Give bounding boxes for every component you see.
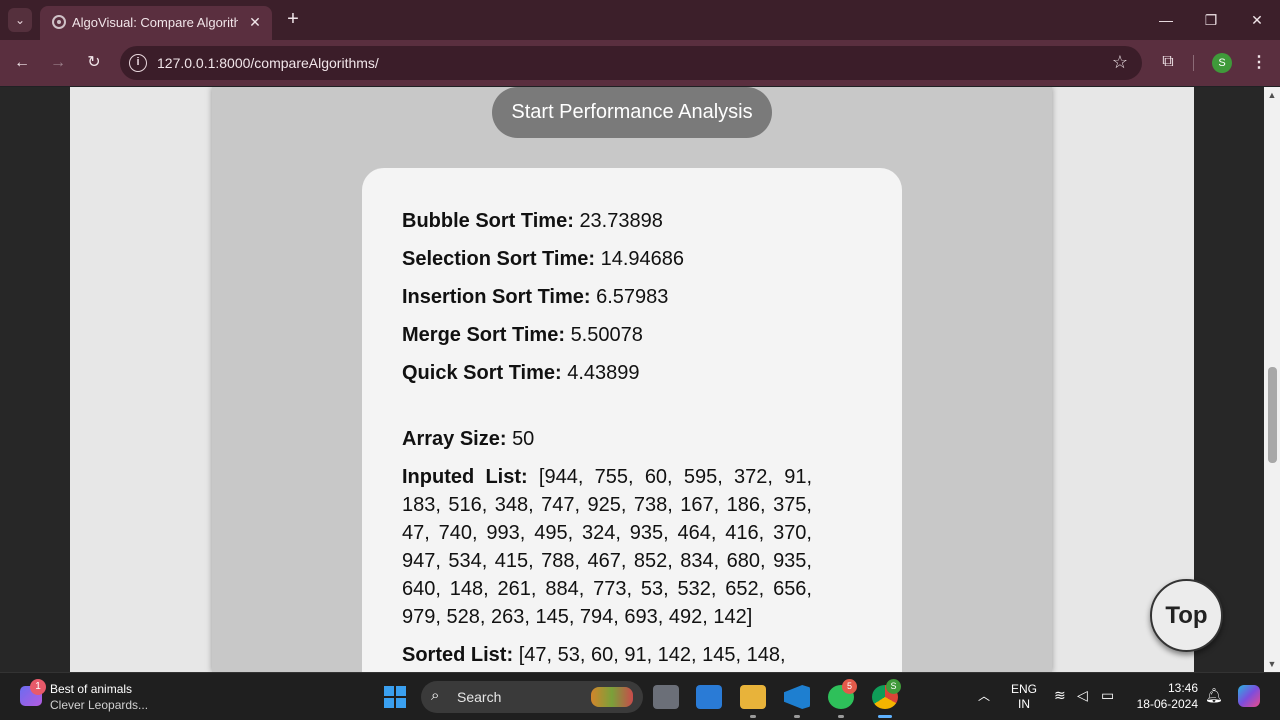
back-button[interactable]: ← xyxy=(10,51,34,75)
tab-search-menu-button[interactable]: ⌄ xyxy=(8,8,32,32)
chrome-profile-badge: S xyxy=(886,679,901,694)
result-label: Insertion Sort Time: xyxy=(402,286,591,308)
compare-panel: Start Performance Analysis Bubble Sort T… xyxy=(212,87,1052,672)
windows-start-icon[interactable] xyxy=(384,686,406,708)
result-label: Merge Sort Time: xyxy=(402,324,565,346)
result-value: 4.43899 xyxy=(567,362,640,384)
copilot-icon[interactable] xyxy=(1238,685,1260,707)
quick-sort-result: Quick Sort Time: 4.43899 xyxy=(402,362,640,385)
result-value: 5.50078 xyxy=(570,324,643,346)
scrollbar-thumb[interactable] xyxy=(1268,367,1277,463)
widget-title[interactable]: Best of animals xyxy=(50,682,132,696)
page-background: Start Performance Analysis Bubble Sort T… xyxy=(70,87,1194,672)
start-performance-analysis-button[interactable]: Start Performance Analysis xyxy=(492,87,772,138)
mail-icon[interactable] xyxy=(696,685,722,709)
task-view-icon[interactable] xyxy=(653,685,679,709)
array-size-value: 50 xyxy=(512,428,535,450)
widget-subtitle[interactable]: Clever Leopards... xyxy=(50,698,148,712)
browser-tabstrip: ⌄ AlgoVisual: Compare Algorithms ✕ + — ❐… xyxy=(0,0,1280,40)
widgets-badge: 1 xyxy=(30,679,46,695)
battery-icon[interactable]: ▭ xyxy=(1101,687,1114,704)
selection-sort-result: Selection Sort Time: 14.94686 xyxy=(402,248,684,271)
inputed-list: Inputed List: [944, 755, 60, 595, 372, 9… xyxy=(402,463,812,631)
tab-active[interactable]: AlgoVisual: Compare Algorithms ✕ xyxy=(40,6,272,40)
array-size-label: Array Size: xyxy=(402,428,507,450)
new-tab-button[interactable]: + xyxy=(282,9,304,31)
file-explorer-icon[interactable] xyxy=(740,685,766,709)
input-language[interactable]: ENG IN xyxy=(1010,682,1038,712)
taskbar-search-placeholder: Search xyxy=(457,689,502,705)
tab-title: AlgoVisual: Compare Algorithms xyxy=(72,15,238,30)
scroll-to-top-button[interactable]: Top xyxy=(1150,579,1223,652)
address-bar[interactable]: i 127.0.0.1:8000/compareAlgorithms/ ☆ xyxy=(120,46,1142,80)
file-explorer-running-indicator xyxy=(750,715,756,718)
forward-button[interactable]: → xyxy=(46,51,70,75)
sorted-list-label: Sorted List: xyxy=(402,644,514,666)
whatsapp-running-indicator xyxy=(838,715,844,718)
notifications-bell-icon[interactable]: 🔔︎ xyxy=(1205,687,1223,704)
reload-button[interactable]: ↻ xyxy=(82,51,106,75)
volume-icon[interactable]: ◁ xyxy=(1077,687,1088,704)
merge-sort-result: Merge Sort Time: 5.50078 xyxy=(402,324,643,347)
result-value: 6.57983 xyxy=(596,286,669,308)
site-info-icon[interactable]: i xyxy=(129,54,147,72)
scroll-down-arrow-icon[interactable]: ▼ xyxy=(1264,656,1280,672)
profile-avatar[interactable]: S xyxy=(1212,53,1232,73)
toolbar-divider xyxy=(1193,55,1194,71)
page-scrollbar[interactable]: ▲ ▼ xyxy=(1264,87,1280,672)
taskbar-search[interactable]: ⌕ Search xyxy=(421,681,643,713)
browser-menu-icon[interactable]: ⋮ xyxy=(1249,52,1269,74)
result-label: Selection Sort Time: xyxy=(402,248,596,270)
windows-taskbar: 1 Best of animals Clever Leopards... ⌕ S… xyxy=(0,672,1280,720)
restore-button[interactable]: ❐ xyxy=(1201,10,1221,30)
search-icon: ⌕ xyxy=(431,687,440,704)
tab-close-button[interactable]: ✕ xyxy=(246,13,264,31)
results-card: Bubble Sort Time: 23.73898 Selection Sor… xyxy=(362,168,902,672)
scroll-up-arrow-icon[interactable]: ▲ xyxy=(1264,87,1280,103)
inputed-list-value: [944, 755, 60, 595, 372, 91, 183, 516, 3… xyxy=(402,466,812,628)
close-window-button[interactable]: ✕ xyxy=(1247,10,1267,30)
page-viewport: Start Performance Analysis Bubble Sort T… xyxy=(0,87,1264,672)
result-value: 23.73898 xyxy=(579,210,663,232)
lang-code: ENG xyxy=(1010,682,1037,696)
insertion-sort-result: Insertion Sort Time: 6.57983 xyxy=(402,286,668,309)
vscode-running-indicator xyxy=(794,715,800,718)
sorted-list-value: [47, 53, 60, 91, 142, 145, 148, xyxy=(518,644,786,666)
clock-date[interactable]: 18-06-2024 xyxy=(1134,697,1198,711)
search-highlight-icon xyxy=(591,687,633,707)
extensions-puzzle-icon[interactable]: ⧉ xyxy=(1157,51,1179,73)
array-size: Array Size: 50 xyxy=(402,428,534,451)
clock-time[interactable]: 13:46 xyxy=(1134,681,1198,695)
inputed-list-label: Inputed List: xyxy=(402,466,528,488)
show-hidden-icons-chevron-icon[interactable]: ︿ xyxy=(978,687,990,704)
result-value: 14.94686 xyxy=(600,248,684,270)
result-label: Quick Sort Time: xyxy=(402,362,562,384)
vscode-icon[interactable] xyxy=(784,685,810,709)
browser-toolbar: ← → ↻ i 127.0.0.1:8000/compareAlgorithms… xyxy=(0,40,1280,86)
url-text[interactable]: 127.0.0.1:8000/compareAlgorithms/ xyxy=(157,55,379,71)
minimize-button[interactable]: — xyxy=(1156,10,1176,30)
result-label: Bubble Sort Time: xyxy=(402,210,574,232)
globe-icon xyxy=(52,15,66,29)
whatsapp-badge: 5 xyxy=(842,679,857,694)
bookmark-star-icon[interactable]: ☆ xyxy=(1112,52,1128,73)
sorted-list: Sorted List: [47, 53, 60, 91, 142, 145, … xyxy=(402,641,812,669)
bubble-sort-result: Bubble Sort Time: 23.73898 xyxy=(402,210,663,233)
chrome-active-indicator xyxy=(878,715,892,718)
lang-region: IN xyxy=(1018,697,1030,711)
wifi-icon[interactable]: ≋ xyxy=(1054,687,1066,704)
